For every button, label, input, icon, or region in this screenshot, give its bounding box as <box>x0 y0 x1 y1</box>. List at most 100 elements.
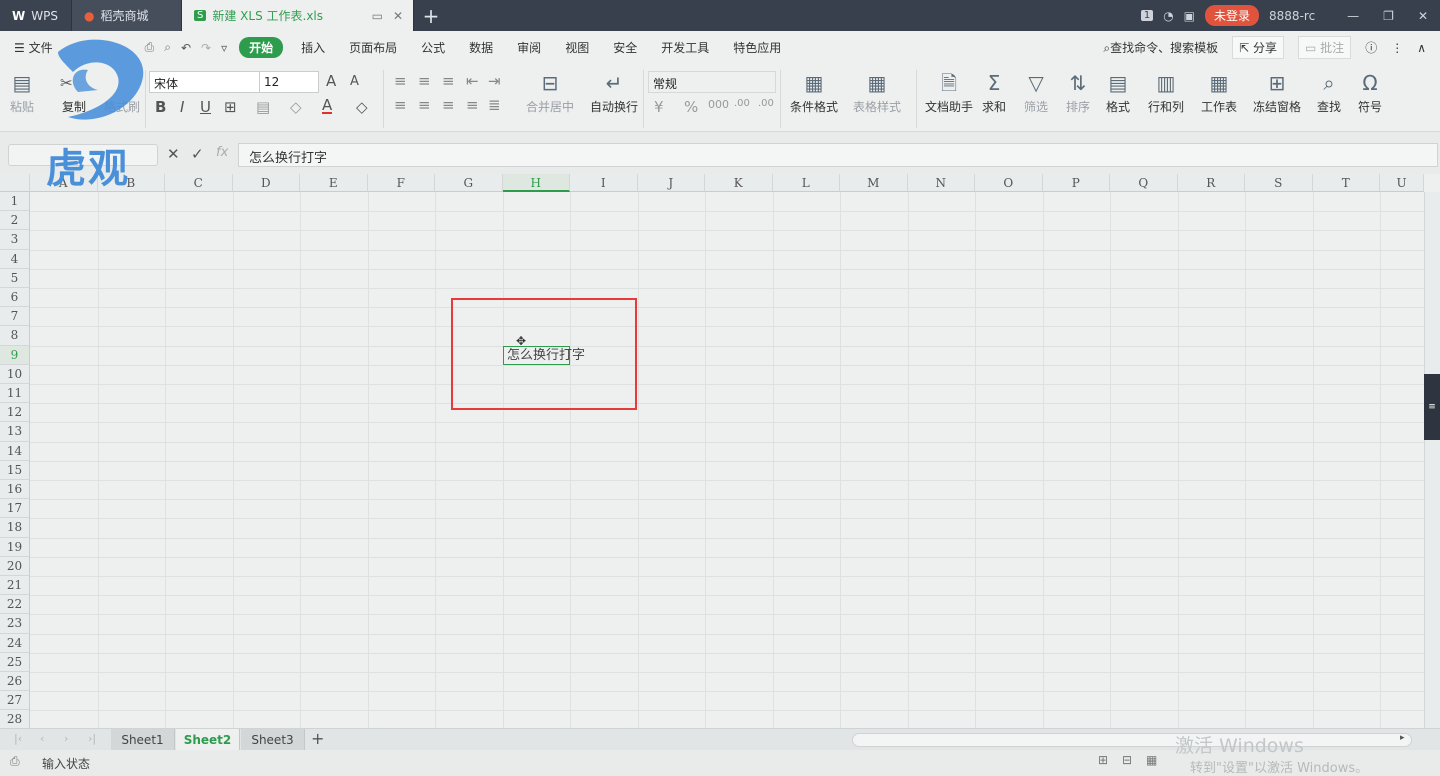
restore-icon[interactable]: ❐ <box>1383 9 1394 23</box>
collapse-ribbon-icon[interactable]: ∧ <box>1417 41 1426 55</box>
worksheet-button[interactable]: ▦ 工作表 <box>1201 68 1237 115</box>
menu-formula[interactable]: 公式 <box>409 39 457 56</box>
row-header[interactable]: 23 <box>0 614 30 634</box>
row-header[interactable]: 13 <box>0 422 30 442</box>
menu-review[interactable]: 审阅 <box>505 39 553 56</box>
indent-increase-icon[interactable]: ⇥ <box>488 72 501 90</box>
cancel-edit-icon[interactable]: ✕ <box>167 145 180 163</box>
macro-icon[interactable]: ⎙ <box>10 754 20 769</box>
select-all-corner[interactable] <box>0 174 30 192</box>
row-header[interactable]: 12 <box>0 403 30 423</box>
filter-button[interactable]: ▽ 筛选 <box>1024 68 1048 115</box>
row-header[interactable]: 3 <box>0 230 30 250</box>
document-tab[interactable]: S 新建 XLS 工作表.xls ▭ ✕ <box>182 0 414 31</box>
row-header[interactable]: 27 <box>0 691 30 711</box>
column-header[interactable]: S <box>1245 174 1313 192</box>
menu-home[interactable]: 开始 <box>239 37 284 58</box>
font-size-select[interactable]: 12 <box>259 71 319 93</box>
more-icon[interactable]: ⋮ <box>1391 41 1403 55</box>
row-header[interactable]: 18 <box>0 518 30 538</box>
currency-icon[interactable]: ¥ <box>654 98 664 116</box>
row-header[interactable]: 6 <box>0 288 30 308</box>
number-format-select[interactable]: 常规 <box>648 71 776 93</box>
add-sheet-icon[interactable]: + <box>311 729 324 748</box>
symbol-button[interactable]: Ω 符号 <box>1358 68 1382 115</box>
help-icon[interactable]: ⓘ <box>1365 39 1377 56</box>
merge-center-button[interactable]: ⊟ 合并居中 <box>526 68 574 115</box>
row-header[interactable]: 26 <box>0 672 30 692</box>
table-style-button[interactable]: ▦ 表格样式 <box>853 68 901 115</box>
first-sheet-icon[interactable]: |‹ <box>14 732 22 745</box>
function-icon[interactable]: fx <box>216 145 228 160</box>
align-right-icon[interactable]: ≡ <box>442 96 455 114</box>
sort-button[interactable]: ⇅ 排序 <box>1066 68 1090 115</box>
conditional-format-button[interactable]: ▦ 条件格式 <box>790 68 838 115</box>
row-header[interactable]: 2 <box>0 211 30 231</box>
underline-icon[interactable]: U <box>200 98 211 116</box>
paste-button[interactable]: ▤ 粘贴 <box>10 68 34 115</box>
row-header[interactable]: 14 <box>0 441 30 461</box>
scroll-right-icon[interactable]: ▸ <box>1400 733 1405 743</box>
font-shrink-icon[interactable]: A <box>350 74 359 89</box>
column-header[interactable]: G <box>435 174 503 192</box>
new-tab-button[interactable]: + <box>414 0 448 31</box>
next-sheet-icon[interactable]: › <box>64 732 68 745</box>
page-break-view-icon[interactable]: ▦ <box>1146 753 1157 767</box>
row-header[interactable]: 28 <box>0 710 30 730</box>
row-header[interactable]: 19 <box>0 537 30 557</box>
minimize-icon[interactable]: — <box>1347 9 1359 23</box>
menu-data[interactable]: 数据 <box>457 39 505 56</box>
font-color-icon[interactable]: A <box>322 98 333 114</box>
row-col-button[interactable]: ▥ 行和列 <box>1148 68 1184 115</box>
last-sheet-icon[interactable]: ›| <box>88 732 96 745</box>
freeze-panes-button[interactable]: ⊞ 冻结窗格 <box>1253 68 1301 115</box>
column-header[interactable]: H <box>502 174 570 192</box>
column-header[interactable]: D <box>232 174 300 192</box>
row-header[interactable]: 25 <box>0 652 30 672</box>
side-panel-handle[interactable]: ≡ <box>1424 374 1440 440</box>
percent-icon[interactable]: % <box>684 98 698 116</box>
sheet-tab-sheet3[interactable]: Sheet3 <box>241 729 305 751</box>
row-header[interactable]: 5 <box>0 268 30 288</box>
align-center-icon[interactable]: ≡ <box>418 96 431 114</box>
redo-icon[interactable]: ↷ <box>201 41 211 55</box>
menu-special[interactable]: 特色应用 <box>721 39 793 56</box>
column-header[interactable]: P <box>1042 174 1110 192</box>
wrap-text-button[interactable]: ↵ 自动换行 <box>590 68 638 115</box>
sum-button[interactable]: Σ 求和 <box>982 68 1006 115</box>
undo-icon[interactable]: ↶ <box>181 41 191 55</box>
column-header[interactable]: C <box>165 174 233 192</box>
align-top-icon[interactable]: ≡ <box>394 72 407 90</box>
row-header[interactable]: 20 <box>0 556 30 576</box>
wps-home-tab[interactable]: W WPS <box>0 0 72 31</box>
row-header[interactable]: 9 <box>0 345 30 365</box>
decimal-increase-icon[interactable]: .00 <box>734 98 750 109</box>
spreadsheet-grid[interactable]: ABCDEFGHIJKLMNOPQRSTU 1 2 3 4 5 6 7 8 9 10 11 12 13 1… <box>0 174 1440 731</box>
row-header[interactable]: 7 <box>0 307 30 327</box>
command-search[interactable]: ⌕查找命令、搜索模板 <box>1103 39 1218 56</box>
column-header[interactable]: I <box>570 174 638 192</box>
row-header[interactable]: 4 <box>0 249 30 269</box>
user-label[interactable]: 8888-rc <box>1269 9 1315 23</box>
indent-decrease-icon[interactable]: ⇤ <box>466 72 479 90</box>
column-header[interactable]: O <box>975 174 1043 192</box>
align-middle-icon[interactable]: ≡ <box>418 72 431 90</box>
italic-icon[interactable]: I <box>180 98 184 116</box>
column-header[interactable]: N <box>907 174 975 192</box>
column-header[interactable]: R <box>1177 174 1245 192</box>
login-button[interactable]: 未登录 <box>1205 5 1260 26</box>
formula-input[interactable]: 怎么换行打字 <box>238 143 1438 167</box>
page-layout-view-icon[interactable]: ⊟ <box>1122 753 1132 767</box>
font-grow-icon[interactable]: A <box>326 72 336 90</box>
row-header[interactable]: 10 <box>0 364 30 384</box>
row-header[interactable]: 17 <box>0 499 30 519</box>
row-header[interactable]: 1 <box>0 192 30 212</box>
column-header[interactable]: L <box>772 174 840 192</box>
sheet-tab-sheet1[interactable]: Sheet1 <box>111 729 175 751</box>
quick-more-icon[interactable]: ▿ <box>221 41 227 55</box>
row-header[interactable]: 8 <box>0 326 30 346</box>
normal-view-icon[interactable]: ⊞ <box>1098 753 1108 767</box>
row-header[interactable]: 21 <box>0 576 30 596</box>
doc-assistant-button[interactable]: 🗎 文档助手 <box>925 68 973 115</box>
column-header[interactable]: U <box>1380 174 1424 192</box>
